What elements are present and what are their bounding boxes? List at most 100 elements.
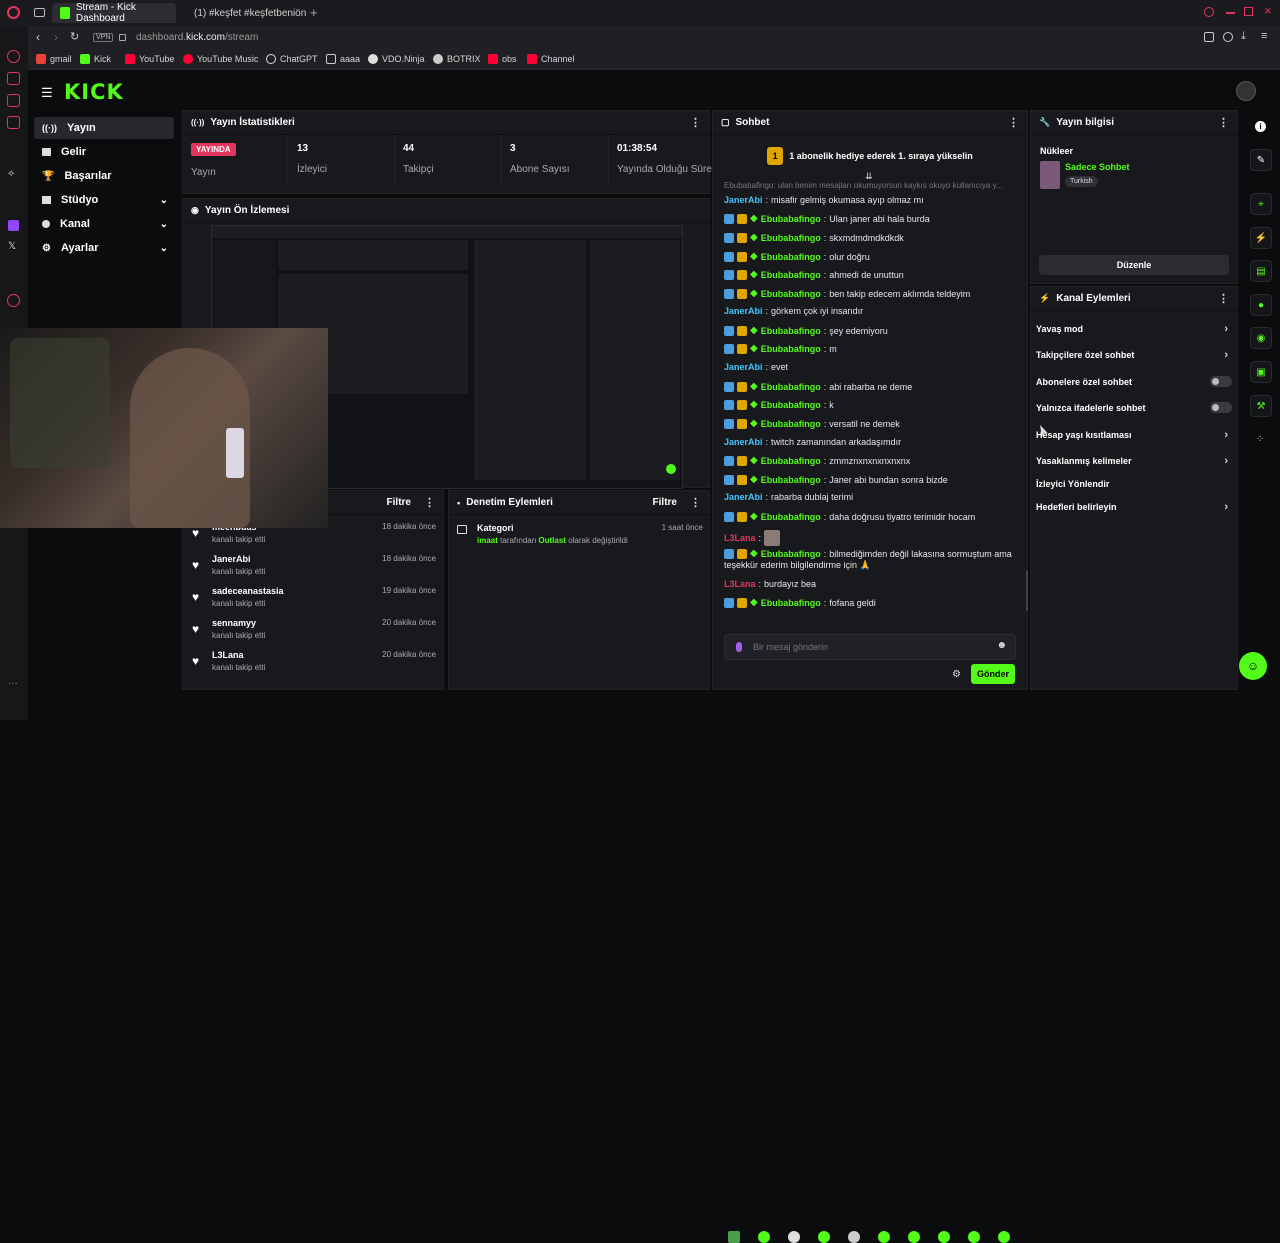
kick-icon[interactable]: ⟡ [8,168,15,179]
sidebar-item-yayin[interactable]: ((·)) Yayın [34,117,174,139]
follower-name[interactable]: L3Lana [212,650,244,660]
twitch-icon[interactable] [8,220,19,231]
chat-username[interactable]: L3Lana [724,579,756,589]
history-icon[interactable] [7,294,20,307]
x-icon[interactable]: 𝕏 [8,241,16,252]
support-chat-button[interactable]: ☺ [1239,652,1267,680]
action-raid[interactable]: İzleyici Yönlendir [1036,479,1232,489]
mod-user[interactable]: imaat [477,536,498,545]
more-options-icon[interactable]: ⋮ [424,496,435,509]
vpn-badge[interactable]: VPN [93,33,114,42]
edit-button[interactable]: Düzenle [1039,255,1229,275]
chat-username[interactable]: Ebubabafingo [761,326,821,336]
follower-name[interactable]: sadeceanastasia [212,586,284,596]
rail-button-2[interactable]: ⚡ [1250,227,1272,249]
bookmark-youtube[interactable]: YouTube [125,54,174,64]
sidebar-item-basarilar[interactable]: 🏆 Başarılar [34,165,174,187]
chat-username[interactable]: JanerAbi [724,195,763,205]
bookmark-youtube-music[interactable]: YouTube Music [183,54,258,64]
filter-button[interactable]: Filtre [653,497,677,508]
emote-icon[interactable] [878,1231,890,1243]
aria-icon[interactable] [7,50,20,63]
bookmark-vdoninja[interactable]: VDO.Ninja [368,54,425,64]
rail-button-6[interactable]: ▣ [1250,361,1272,383]
emote-icon[interactable] [758,1231,770,1243]
chat-username[interactable]: JanerAbi [724,362,763,372]
chat-username[interactable]: Ebubabafingo [761,382,821,392]
extensions-icon[interactable] [1204,32,1214,42]
subscribers-only-toggle[interactable] [1210,376,1232,387]
filter-button[interactable]: Filtre [387,497,411,508]
more-icon[interactable]: ··· [8,678,18,689]
hamburger-icon[interactable]: ☰ [41,85,53,101]
player-icon[interactable] [7,116,20,129]
bookmark-channel[interactable]: Channel [527,54,575,64]
chat-username[interactable]: Ebubabafingo [761,475,821,485]
search-icon[interactable] [1204,7,1214,17]
tab-kick-dashboard[interactable]: Stream - Kick Dashboard [52,2,176,24]
news-icon[interactable] [7,94,20,107]
chat-username[interactable]: Ebubabafingo [761,419,821,429]
mic-icon[interactable] [736,642,742,652]
tab-youtube[interactable]: (1) #keşfet #keşfetbeniöne [180,3,306,23]
emote-icon[interactable] [968,1231,980,1243]
back-icon[interactable]: ‹ [36,30,40,44]
reload-icon[interactable]: ↻ [70,30,79,43]
info-icon[interactable]: i [1255,121,1266,132]
chat-username[interactable]: Ebubabafingo [761,270,821,280]
snapshot-icon[interactable] [1223,32,1233,42]
sidebar-item-studyo[interactable]: Stüdyo ⌄ [34,189,174,211]
profile-avatar[interactable] [1236,81,1256,101]
chat-username[interactable]: Ebubabafingo [761,233,821,243]
pinned-banner[interactable]: 1 1 abonelik hediye ederek 1. sıraya yük… [713,139,1027,173]
chat-input[interactable]: ☻ [724,634,1016,660]
sidebar-item-kanal[interactable]: Kanal ⌄ [34,213,174,235]
more-options-icon[interactable]: ⋮ [1218,116,1229,129]
bookmark-gmail[interactable]: gmail [36,54,72,64]
more-options-icon[interactable]: ⋮ [690,496,701,509]
kick-logo[interactable]: KICK [64,80,124,104]
apps-icon[interactable]: ⁘ [1256,434,1264,445]
edit-layout-button[interactable]: ✎ [1250,149,1272,171]
minimize-button[interactable] [1226,12,1235,14]
chat-username[interactable]: Ebubabafingo [761,252,821,262]
more-options-icon[interactable]: ⋮ [1218,292,1229,305]
chat-username[interactable]: Ebubabafingo [761,598,821,608]
action-banned-words[interactable]: Yasaklanmış kelimeler › [1036,455,1232,467]
chat-username[interactable]: Ebubabafingo [761,344,821,354]
chat-username[interactable]: L3Lana [724,533,756,543]
emoji-icon[interactable]: ☻ [996,640,1007,651]
rail-button-7[interactable]: ⚒ [1250,395,1272,417]
category-name[interactable]: Sadece Sohbet [1065,162,1130,172]
bookmark-botrix[interactable]: BOTRIX [433,54,481,64]
emotes-only-toggle[interactable] [1210,402,1232,413]
chat-scrollbar[interactable] [1026,571,1028,611]
chat-username[interactable]: Ebubabafingo [761,400,821,410]
close-button[interactable]: × [1264,3,1272,18]
emote-icon[interactable] [938,1231,950,1243]
bookmark-kick[interactable]: Kick [80,54,111,64]
action-followers-only[interactable]: Takipçilere özel sohbet › [1036,349,1232,361]
more-options-icon[interactable]: ⋮ [1008,116,1019,129]
chat-username[interactable]: Ebubabafingo [761,549,821,559]
chat-username[interactable]: JanerAbi [724,306,763,316]
follower-name[interactable]: JanerAbi [212,554,251,564]
new-tab-button[interactable]: + [310,5,318,20]
action-set-goals[interactable]: Hedefleri belirleyin › [1036,501,1232,513]
chat-settings-icon[interactable]: ⚙ [952,669,961,680]
rail-button-5[interactable]: ◉ [1250,327,1272,349]
send-button[interactable]: Gönder [971,664,1015,684]
chat-username[interactable]: JanerAbi [724,437,763,447]
rail-button-1[interactable]: ⌖ [1250,193,1272,215]
more-options-icon[interactable]: ⋮ [690,116,701,129]
follower-name[interactable]: sennamyy [212,618,256,628]
download-icon[interactable]: ⤓ [1241,30,1246,43]
url-field[interactable]: dashboard.kick.com/stream [136,32,258,43]
sidebar-item-ayarlar[interactable]: ⚙ Ayarlar ⌄ [34,237,174,259]
emote-icon[interactable] [788,1231,800,1243]
action-slow-mode[interactable]: Yavaş mod › [1036,323,1232,335]
emote-icon[interactable] [908,1231,920,1243]
chat-username[interactable]: Ebubabafingo [761,214,821,224]
category-thumbnail[interactable] [1040,161,1060,189]
chat-username[interactable]: Ebubabafingo [761,289,821,299]
